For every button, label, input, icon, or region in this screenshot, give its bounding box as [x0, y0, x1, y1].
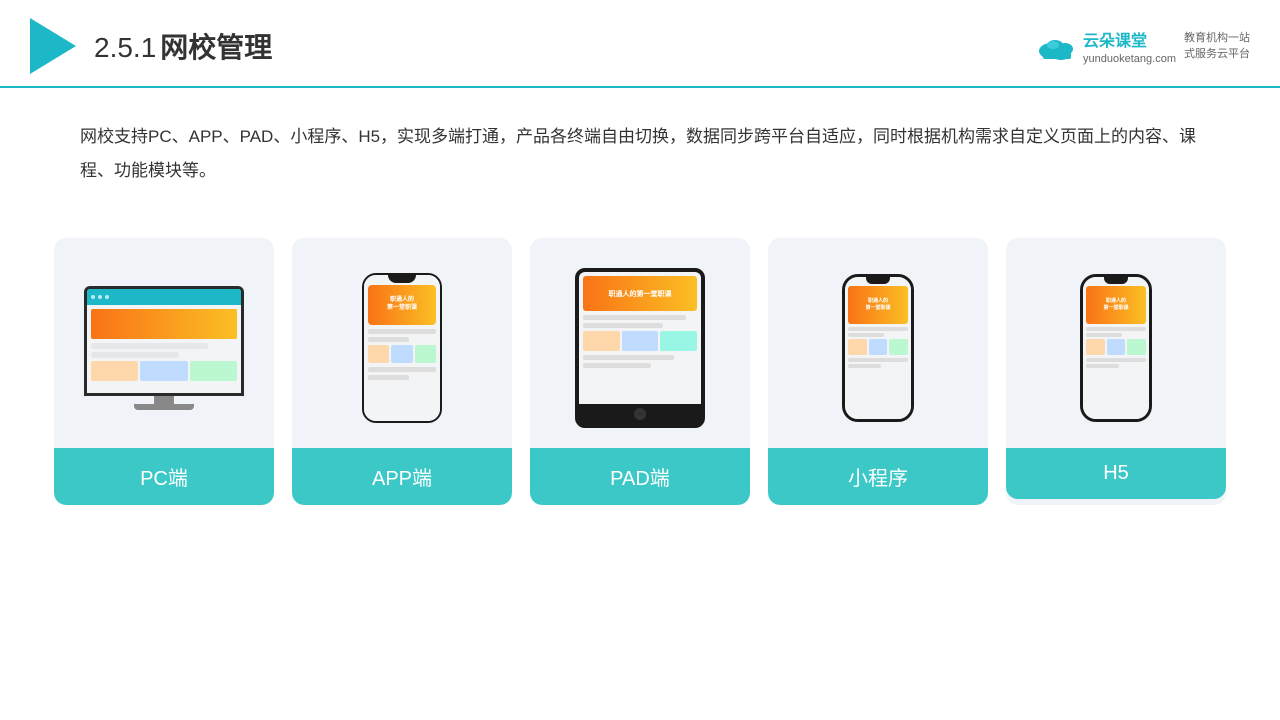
h5-image-area: 职通人的第一堂职课 [1006, 238, 1226, 448]
mini-phone-screen: 职通人的第一堂职课 [845, 277, 911, 419]
tablet-mockup: 职通人的第一堂职课 [575, 268, 705, 428]
pad-image-area: 职通人的第一堂职课 [530, 238, 750, 448]
app-image-area: 职通人的第一堂职课 [292, 238, 512, 448]
brand-name: 云朵课堂 [1083, 27, 1176, 51]
miniprogram-phone-mockup: 职通人的第一堂职课 [842, 274, 914, 422]
pad-label: PAD端 [530, 448, 750, 505]
h5-label: H5 [1006, 448, 1226, 499]
app-label: APP端 [292, 448, 512, 505]
phone-notch [388, 275, 416, 283]
phone-screen: 职通人的第一堂职课 [364, 275, 440, 421]
tablet-screen: 职通人的第一堂职课 [579, 272, 701, 404]
brand-logo: 云朵课堂 yunduoketang.com 教育机构一站 式服务云平台 [1035, 27, 1250, 65]
h5-card: 职通人的第一堂职课 [1006, 238, 1226, 505]
h5-phone-body: 职通人的第一堂职课 [1080, 274, 1152, 422]
device-cards-section: PC端 职通人的第一堂职课 [0, 214, 1280, 535]
pc-mockup [84, 286, 244, 410]
brand-tagline: 教育机构一站 式服务云平台 [1184, 30, 1250, 63]
brand-url: yunduoketang.com [1083, 53, 1176, 65]
mini-phone-body: 职通人的第一堂职课 [842, 274, 914, 422]
mini-phone-notch [866, 277, 890, 284]
page-title: 2.5.1网校管理 [94, 26, 272, 66]
phone-mockup: 职通人的第一堂职课 [362, 273, 442, 423]
miniprogram-label: 小程序 [768, 448, 988, 505]
pad-card: 职通人的第一堂职课 PAD端 [530, 238, 750, 505]
pc-image-area [54, 238, 274, 448]
pc-screen [84, 286, 244, 396]
pc-label: PC端 [54, 448, 274, 505]
page-header: 2.5.1网校管理 云朵课堂 yunduoketang.com 教育机构一站 式… [0, 0, 1280, 88]
phone-body: 职通人的第一堂职课 [362, 273, 442, 423]
cloud-icon [1035, 31, 1077, 61]
pc-card: PC端 [54, 238, 274, 505]
h5-phone-screen: 职通人的第一堂职课 [1083, 277, 1149, 419]
header-left: 2.5.1网校管理 [30, 18, 272, 74]
play-triangle-icon [30, 18, 76, 74]
app-card: 职通人的第一堂职课 [292, 238, 512, 505]
miniprogram-image-area: 职通人的第一堂职课 [768, 238, 988, 448]
brand-area: 云朵课堂 yunduoketang.com 教育机构一站 式服务云平台 [1035, 27, 1250, 65]
miniprogram-card: 职通人的第一堂职课 [768, 238, 988, 505]
h5-phone-notch [1104, 277, 1128, 284]
h5-phone-mockup: 职通人的第一堂职课 [1080, 274, 1152, 422]
tablet-body: 职通人的第一堂职课 [575, 268, 705, 428]
description-text: 网校支持PC、APP、PAD、小程序、H5，实现多端打通，产品各终端自由切换，数… [0, 88, 1280, 204]
tablet-home-button [634, 408, 646, 420]
